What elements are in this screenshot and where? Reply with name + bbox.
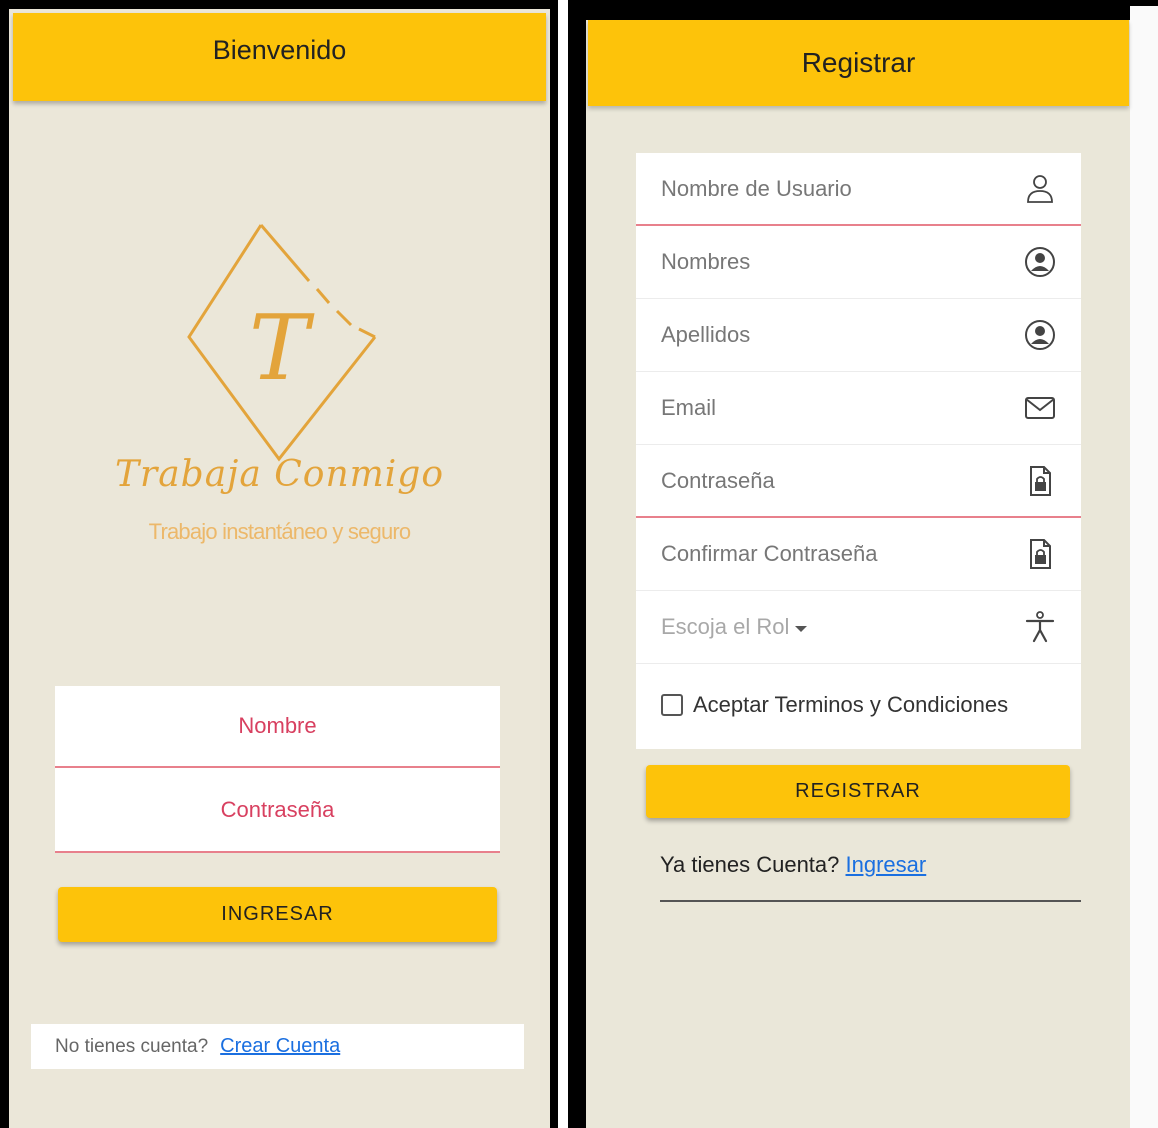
register-header-title: Registrar <box>588 20 1129 106</box>
no-account-bar: No tienes cuenta? Crear Cuenta <box>31 1024 524 1069</box>
brand-name: Trabaja Conmigo <box>114 454 445 495</box>
terms-label: Aceptar Terminos y Condiciones <box>693 691 1009 717</box>
terms-row: Aceptar Terminos y Condiciones <box>636 664 1081 745</box>
login-header-title: Bienvenido <box>13 13 546 101</box>
have-account-text: Ya tienes Cuenta? <box>660 852 840 877</box>
password-field[interactable]: Contraseña <box>636 445 1081 518</box>
register-form: Nombre de Usuario Nombres Apellidos Emai… <box>636 153 1081 749</box>
role-select[interactable]: Escoja el Rol <box>636 591 1081 664</box>
confirm-password-field[interactable]: Confirmar Contraseña <box>636 518 1081 591</box>
last-names-field[interactable]: Apellidos <box>636 299 1081 372</box>
no-account-text: No tienes cuenta? <box>55 1035 209 1057</box>
account-circle-icon <box>1025 320 1055 350</box>
account-circle-icon <box>1025 247 1055 277</box>
chevron-down-icon <box>795 625 808 632</box>
side-strip <box>1130 6 1158 1128</box>
terms-checkbox[interactable] <box>661 693 683 716</box>
password-field-label: Contraseña <box>661 467 775 493</box>
register-button[interactable]: REGISTRAR <box>646 765 1070 818</box>
password-input[interactable]: Contraseña <box>55 768 500 853</box>
email-field[interactable]: Email <box>636 372 1081 445</box>
confirm-password-field-label: Confirmar Contraseña <box>661 541 878 566</box>
email-field-label: Email <box>661 395 717 420</box>
logo-letter: T <box>249 296 315 401</box>
login-screen: Bienvenido T Trabaja Conmigo Trabajo ins… <box>9 9 550 1128</box>
username-field-label: Nombre de Usuario <box>661 175 852 201</box>
login-form: Nombre Contraseña <box>55 686 500 853</box>
brand-tagline: Trabajo instantáneo y seguro <box>148 519 412 544</box>
brand-logo: T <box>187 224 377 462</box>
have-account-row: Ya tienes Cuenta? Ingresar <box>660 852 1081 902</box>
last-names-field-label: Apellidos <box>661 322 751 347</box>
username-field[interactable]: Nombre de Usuario <box>636 153 1081 226</box>
accessibility-icon <box>1025 611 1055 643</box>
lock-file-icon <box>1030 539 1051 569</box>
first-names-field-label: Nombres <box>661 249 751 274</box>
lock-file-icon <box>1030 465 1051 496</box>
role-select-placeholder: Escoja el Rol <box>661 614 790 639</box>
login-button[interactable]: INGRESAR <box>58 887 497 942</box>
mail-icon <box>1025 397 1055 419</box>
login-link[interactable]: Ingresar <box>846 852 927 877</box>
username-input[interactable]: Nombre <box>55 686 500 768</box>
create-account-link[interactable]: Crear Cuenta <box>220 1035 340 1058</box>
first-names-field[interactable]: Nombres <box>636 226 1081 299</box>
user-outline-icon <box>1027 174 1053 203</box>
